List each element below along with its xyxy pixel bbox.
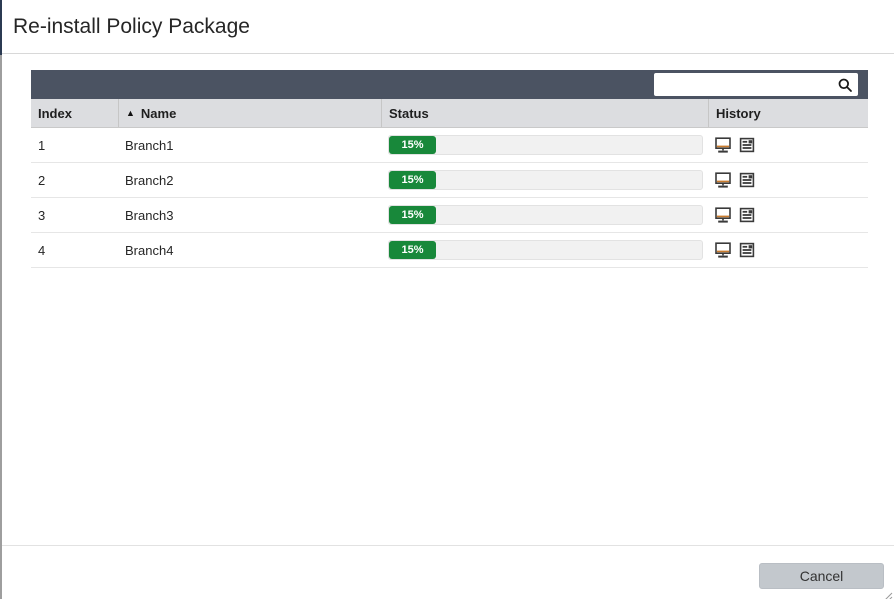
cell-name: Branch2 xyxy=(118,163,381,197)
report-icon xyxy=(739,137,755,153)
cancel-button[interactable]: Cancel xyxy=(759,563,884,589)
report-icon xyxy=(739,207,755,223)
report-icon xyxy=(739,172,755,188)
install-preview-button[interactable] xyxy=(714,242,732,259)
search-input[interactable] xyxy=(660,72,836,97)
reinstall-policy-package-dialog: Re-install Policy Package Index ▲ Name S xyxy=(0,0,894,599)
cell-history xyxy=(708,233,868,267)
monitor-icon xyxy=(714,242,732,259)
cell-name: Branch3 xyxy=(118,198,381,232)
install-preview-button[interactable] xyxy=(714,207,732,224)
cell-status: 15% xyxy=(381,128,708,162)
cell-name: Branch4 xyxy=(118,233,381,267)
background-app-sliver xyxy=(0,0,2,599)
column-header-index[interactable]: Index xyxy=(31,99,118,127)
search-box xyxy=(654,73,858,96)
table-row: 4 Branch4 15% xyxy=(31,233,868,268)
install-progress-bar: 15% xyxy=(388,135,703,155)
cell-index: 1 xyxy=(31,128,118,162)
progress-fill: 15% xyxy=(389,241,436,259)
column-header-history[interactable]: History xyxy=(708,99,868,127)
column-header-status-label: Status xyxy=(389,106,429,121)
install-log-button[interactable] xyxy=(738,207,756,224)
install-log-button[interactable] xyxy=(738,242,756,259)
resize-handle-icon[interactable] xyxy=(883,588,893,598)
report-icon xyxy=(739,242,755,258)
table-row: 3 Branch3 15% xyxy=(31,198,868,233)
footer-divider xyxy=(2,545,894,546)
magnifier-icon xyxy=(837,77,853,93)
dialog-titlebar: Re-install Policy Package xyxy=(2,0,894,54)
table-header-row: Index ▲ Name Status History xyxy=(31,99,868,128)
install-progress-bar: 15% xyxy=(388,205,703,225)
install-progress-bar: 15% xyxy=(388,240,703,260)
progress-fill: 15% xyxy=(389,206,436,224)
install-log-button[interactable] xyxy=(738,172,756,189)
monitor-icon xyxy=(714,172,732,189)
install-preview-button[interactable] xyxy=(714,137,732,154)
dialog-title: Re-install Policy Package xyxy=(13,15,250,39)
sort-asc-icon: ▲ xyxy=(126,108,135,118)
monitor-icon xyxy=(714,137,732,154)
table-row: 2 Branch2 15% xyxy=(31,163,868,198)
cell-history xyxy=(708,163,868,197)
cell-status: 15% xyxy=(381,198,708,232)
search-button[interactable] xyxy=(836,76,854,94)
table-toolbar xyxy=(31,70,868,99)
cell-index: 3 xyxy=(31,198,118,232)
install-preview-button[interactable] xyxy=(714,172,732,189)
monitor-icon xyxy=(714,207,732,224)
cell-index: 2 xyxy=(31,163,118,197)
cell-name: Branch1 xyxy=(118,128,381,162)
cell-status: 15% xyxy=(381,163,708,197)
column-header-history-label: History xyxy=(716,106,761,121)
cell-status: 15% xyxy=(381,233,708,267)
progress-fill: 15% xyxy=(389,136,436,154)
cell-history xyxy=(708,198,868,232)
cell-index: 4 xyxy=(31,233,118,267)
column-header-index-label: Index xyxy=(38,106,72,121)
column-header-name[interactable]: ▲ Name xyxy=(118,99,381,127)
install-progress-bar: 15% xyxy=(388,170,703,190)
progress-fill: 15% xyxy=(389,171,436,189)
column-header-name-label: Name xyxy=(141,106,176,121)
column-header-status[interactable]: Status xyxy=(381,99,708,127)
table-body: 1 Branch1 15% xyxy=(31,128,868,268)
table-row: 1 Branch1 15% xyxy=(31,128,868,163)
cell-history xyxy=(708,128,868,162)
install-log-button[interactable] xyxy=(738,137,756,154)
